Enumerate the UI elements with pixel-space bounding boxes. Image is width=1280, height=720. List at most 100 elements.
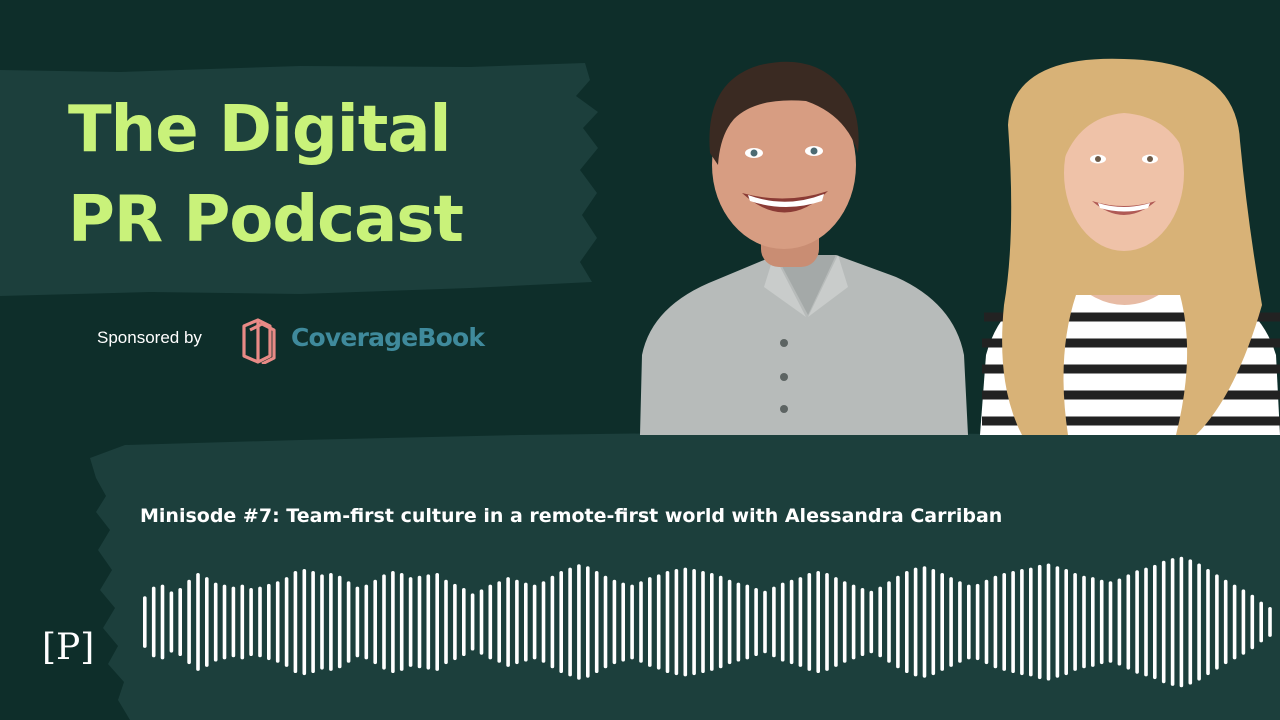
- waveform-bar: [1135, 570, 1139, 674]
- waveform-bar: [346, 581, 351, 663]
- waveform-bar: [293, 571, 298, 673]
- waveform-bar: [958, 581, 962, 663]
- waveform-bar: [1091, 577, 1095, 667]
- brand-logo-mark: [P]: [42, 627, 95, 668]
- waveform-bar: [603, 575, 608, 669]
- waveform-bar: [1161, 560, 1166, 684]
- waveform-bar: [1082, 575, 1086, 669]
- waveform-bar: [364, 584, 369, 660]
- waveform-bar: [772, 586, 776, 658]
- podcast-cover: The Digital PR Podcast Sponsored by Cove…: [0, 0, 1280, 720]
- waveform-bar: [1046, 563, 1051, 681]
- waveform-bar: [187, 579, 191, 665]
- waveform-bar: [692, 569, 696, 676]
- waveform-bar: [1223, 579, 1228, 665]
- waveform-bar: [541, 581, 546, 663]
- waveform-bar: [905, 571, 909, 673]
- waveform-bar: [710, 573, 714, 671]
- waveform-bar: [949, 577, 953, 667]
- waveform-bar: [984, 579, 989, 665]
- waveform-bar: [1055, 566, 1060, 678]
- waveform-bar: [1037, 564, 1042, 680]
- waveform-bar: [311, 571, 315, 673]
- waveform-bar: [284, 577, 289, 667]
- waveform-bar: [1011, 571, 1015, 673]
- waveform-bar: [267, 583, 271, 661]
- podcast-title-line-1: The Digital: [68, 93, 451, 167]
- hosts-photo: [640, 58, 1280, 435]
- waveform-bar: [559, 571, 563, 673]
- waveform-bar: [169, 591, 174, 653]
- waveform-bar: [488, 584, 493, 660]
- waveform-bar: [586, 566, 590, 678]
- waveform-bar: [612, 579, 617, 665]
- waveform-bar: [1144, 567, 1148, 677]
- coveragebook-book-icon: [242, 318, 276, 364]
- waveform-bar: [1117, 578, 1122, 666]
- waveform-bar: [275, 581, 280, 663]
- waveform-bar: [240, 584, 245, 660]
- waveform-bar: [594, 571, 599, 673]
- waveform-bar: [1268, 607, 1272, 637]
- waveform-bar: [213, 582, 218, 662]
- waveform-bar: [683, 567, 688, 677]
- waveform-bar: [391, 571, 395, 673]
- waveform-bar: [497, 581, 501, 663]
- waveform-bar: [718, 575, 723, 669]
- waveform-bar: [151, 586, 156, 658]
- waveform-bar: [834, 577, 838, 667]
- waveform-bar: [1002, 573, 1006, 671]
- waveform-bar: [160, 584, 165, 660]
- waveform-bar: [532, 584, 537, 660]
- waveform-bar: [205, 577, 209, 667]
- waveform-bar: [320, 574, 324, 670]
- waveform-bar: [462, 588, 466, 656]
- waveform-bar: [825, 573, 829, 671]
- host-woman-figure: [980, 58, 1280, 435]
- waveform-bar: [417, 575, 422, 669]
- sponsor-label: Sponsored by: [97, 328, 202, 347]
- waveform-bar: [1215, 574, 1219, 670]
- waveform-bar: [630, 584, 634, 660]
- waveform-bar: [869, 590, 874, 654]
- waveform-bar: [674, 569, 679, 676]
- waveform-bar: [621, 582, 625, 662]
- waveform-bar: [896, 575, 900, 669]
- episode-title: Minisode #7: Team-first culture in a rem…: [140, 505, 1003, 527]
- waveform-bar: [470, 593, 475, 651]
- waveform-bar: [1108, 581, 1113, 663]
- waveform-bar: [754, 588, 758, 656]
- waveform-bar: [1188, 559, 1193, 685]
- waveform-bar: [337, 575, 342, 669]
- waveform-bar: [222, 584, 227, 660]
- waveform-bar: [736, 582, 741, 662]
- waveform-bar: [178, 588, 182, 656]
- waveform-bar: [727, 579, 732, 665]
- waveform-bar: [444, 579, 448, 665]
- waveform-bar: [329, 573, 333, 671]
- waveform-bar: [355, 586, 360, 658]
- waveform-bar: [249, 588, 253, 656]
- waveform-bar: [382, 574, 386, 670]
- waveform-bar: [913, 567, 918, 677]
- sponsor-name: CoverageBook: [291, 323, 485, 352]
- waveform-bar: [1029, 567, 1033, 677]
- waveform-bar: [302, 569, 307, 676]
- waveform-bar: [1099, 579, 1104, 665]
- waveform-bar: [887, 581, 891, 663]
- waveform-bar: [851, 584, 856, 660]
- waveform-bar: [798, 577, 803, 667]
- waveform-bar: [1126, 574, 1131, 670]
- waveform-bar: [878, 586, 882, 658]
- waveform-bar: [789, 579, 794, 665]
- waveform-bar: [639, 581, 643, 663]
- waveform-bar: [143, 596, 147, 648]
- waveform-bar: [701, 571, 705, 673]
- waveform-bar: [780, 582, 785, 662]
- waveform-bar: [435, 573, 439, 671]
- waveform-bar: [1232, 584, 1237, 660]
- waveform-bar: [807, 573, 812, 671]
- podcast-title-line-2: PR Podcast: [68, 183, 464, 257]
- waveform-bar: [524, 582, 528, 662]
- waveform-bar: [1170, 558, 1175, 686]
